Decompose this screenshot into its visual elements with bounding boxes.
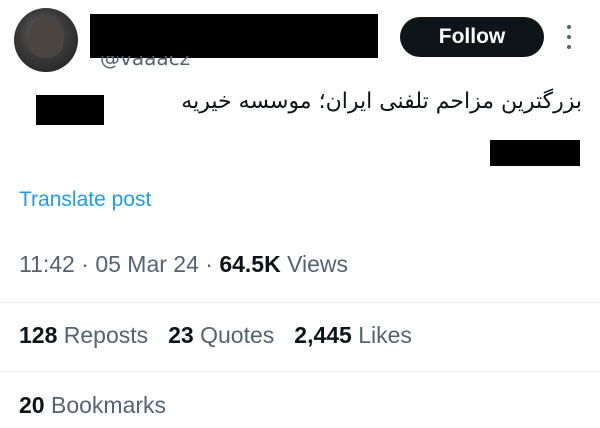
more-options-icon[interactable]: [563, 25, 575, 49]
likes-label: Likes: [358, 322, 412, 348]
views-label: Views: [287, 251, 349, 277]
post-time[interactable]: 11:42: [19, 251, 75, 277]
reposts-label: Reposts: [63, 322, 149, 348]
divider: [0, 302, 600, 303]
quotes-stat[interactable]: 23 Quotes: [168, 322, 274, 349]
bookmarks-count: 20: [19, 392, 45, 418]
translate-post-link[interactable]: Translate post: [19, 188, 151, 212]
reposts-count: 128: [19, 322, 58, 348]
post-meta: 11:42 · 05 Mar 24 · 64.5K Views: [19, 251, 348, 278]
post-date[interactable]: 05 Mar 24: [95, 251, 199, 277]
post-text-redaction-line-2: [490, 140, 580, 166]
follow-button[interactable]: Follow: [400, 17, 544, 57]
views-count: 64.5K: [219, 251, 281, 277]
avatar[interactable]: [14, 8, 78, 72]
post-text: بزرگترین مزاحم تلفنی ایران؛ موسسه خیریه: [181, 89, 582, 114]
meta-separator: ·: [81, 251, 89, 277]
bookmarks-label: Bookmarks: [50, 392, 167, 418]
quotes-label: Quotes: [200, 322, 275, 348]
author-name-redacted: [90, 14, 378, 58]
dot: [567, 35, 571, 39]
divider: [0, 371, 600, 372]
meta-separator: ·: [205, 251, 213, 277]
reposts-stat[interactable]: 128 Reposts: [19, 322, 148, 349]
post-text-redaction: [36, 95, 104, 125]
dot: [567, 45, 571, 49]
likes-count: 2,445: [294, 322, 352, 348]
bookmarks-stat[interactable]: 20 Bookmarks: [19, 392, 166, 419]
likes-stat[interactable]: 2,445 Likes: [294, 322, 412, 349]
engagement-stats: 128 Reposts 23 Quotes 2,445 Likes: [19, 322, 412, 349]
quotes-count: 23: [168, 322, 194, 348]
dot: [567, 25, 571, 29]
